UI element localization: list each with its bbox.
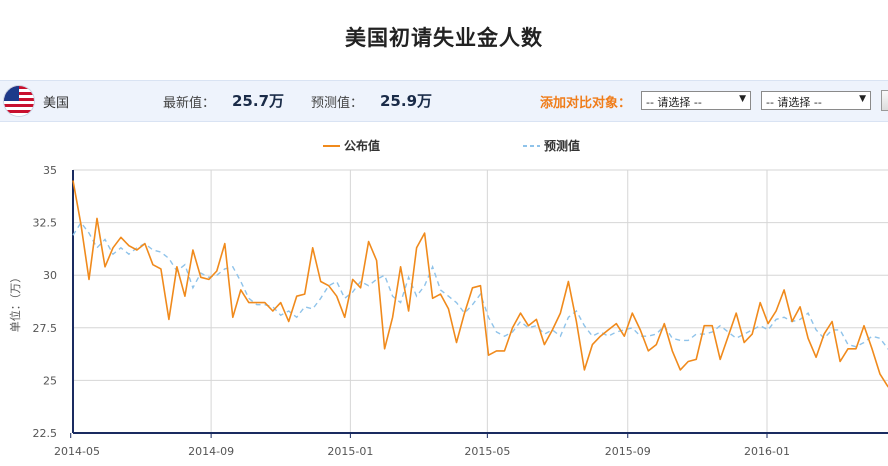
y-tick-label: 22.5 <box>33 427 58 440</box>
y-tick-label: 27.5 <box>33 322 58 335</box>
x-tick-label: 2014-09 <box>188 445 234 458</box>
legend-forecast-label: 预测值 <box>544 138 580 153</box>
y-axis-label: 单位：（万） <box>8 272 22 333</box>
y-tick-label: 25 <box>43 374 57 387</box>
x-tick-label: 2015-01 <box>327 445 373 458</box>
y-tick-label: 30 <box>43 269 57 282</box>
x-tick-label: 2016-01 <box>744 445 790 458</box>
legend-published-label: 公布值 <box>344 138 380 153</box>
chart: 22.5 25 27.5 30 32.5 35 2014-05 2014-09 2015-01 2… <box>8 138 888 458</box>
x-tick-label: 2015-05 <box>464 445 510 458</box>
y-tick-label: 35 <box>43 164 57 177</box>
y-tick-label: 32.5 <box>33 217 58 230</box>
series-published-line <box>72 180 888 388</box>
x-tick-label: 2014-05 <box>54 445 100 458</box>
x-tick-label: 2015-09 <box>605 445 651 458</box>
